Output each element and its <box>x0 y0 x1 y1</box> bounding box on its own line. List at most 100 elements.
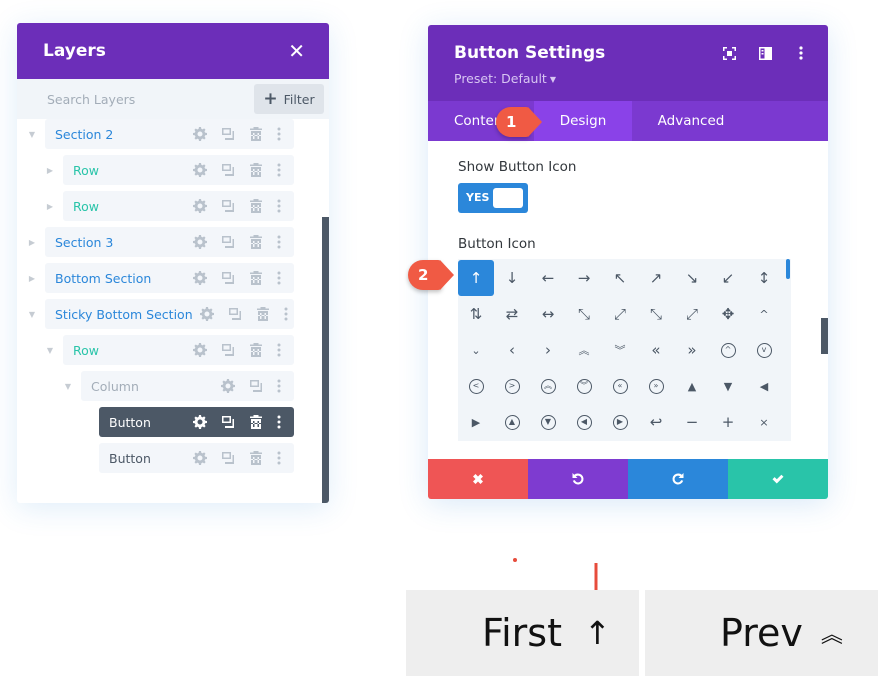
expand-diagonal-icon[interactable]: ⤢ <box>602 296 638 332</box>
settings-gear-icon[interactable] <box>186 263 214 293</box>
page-scrollbar[interactable] <box>821 318 828 354</box>
prev-button[interactable]: Prev ︽ <box>645 590 878 676</box>
chevron-left-icon[interactable]: ‹ <box>494 332 530 368</box>
layer-item-section[interactable]: ▶ Bottom Section <box>29 263 294 293</box>
trash-icon[interactable] <box>242 119 270 149</box>
cancel-button[interactable] <box>428 459 528 499</box>
arrow-up-down-icon[interactable]: ↕ <box>746 260 782 296</box>
undo-button[interactable] <box>528 459 628 499</box>
trash-icon[interactable] <box>249 299 277 329</box>
more-options-icon[interactable] <box>270 407 288 437</box>
icon-picker-scrollbar[interactable] <box>786 259 790 279</box>
more-options-icon[interactable] <box>277 299 295 329</box>
search-layers-input[interactable] <box>47 91 227 107</box>
caret-right-icon[interactable]: ▶ <box>45 201 55 211</box>
triangle-up-icon[interactable]: ▲ <box>674 368 710 404</box>
return-icon[interactable]: ↩ <box>638 404 674 440</box>
arrow-down-left-icon[interactable]: ↙ <box>710 260 746 296</box>
arrow-up-right-icon[interactable]: ↗ <box>638 260 674 296</box>
trash-icon[interactable] <box>242 407 270 437</box>
settings-gear-icon[interactable] <box>186 227 214 257</box>
focus-icon[interactable] <box>722 45 736 61</box>
layer-item-row[interactable]: ▶ Row <box>47 155 294 185</box>
arrows-horizontal-icon[interactable]: ⇄ <box>494 296 530 332</box>
triangle-right-icon[interactable]: ▶ <box>458 404 494 440</box>
chevron-up-icon[interactable]: ^ <box>746 296 782 332</box>
more-options-icon[interactable] <box>270 119 288 149</box>
caret-right-icon[interactable]: ▶ <box>27 273 37 283</box>
triangle-left-icon[interactable]: ◀ <box>746 368 782 404</box>
tab-design[interactable]: Design <box>534 101 632 141</box>
save-button[interactable] <box>728 459 828 499</box>
caret-down-icon[interactable]: ▼ <box>27 309 37 319</box>
caret-down-icon[interactable]: ▼ <box>27 129 37 139</box>
layer-item-row[interactable]: ▼ Row <box>47 335 294 365</box>
caret-down-icon[interactable]: ▼ <box>63 381 73 391</box>
plus-icon[interactable]: + <box>710 404 746 440</box>
arrow-up-left-icon[interactable]: ↖ <box>602 260 638 296</box>
arrow-down-icon[interactable]: ↓ <box>494 260 530 296</box>
trash-icon[interactable] <box>242 191 270 221</box>
settings-gear-icon[interactable] <box>186 443 214 473</box>
layer-item-section[interactable]: ▼ Sticky Bottom Section <box>29 299 295 329</box>
settings-gear-icon[interactable] <box>186 155 214 185</box>
circle-chevron-up-icon[interactable]: ^ <box>710 332 746 368</box>
circle-double-left-icon[interactable]: « <box>602 368 638 404</box>
settings-gear-icon[interactable] <box>186 119 214 149</box>
close-icon[interactable]: ✕ <box>288 41 305 61</box>
double-chevron-left-icon[interactable]: « <box>638 332 674 368</box>
double-chevron-up-icon[interactable]: ︽ <box>566 332 602 368</box>
circle-double-right-icon[interactable]: » <box>638 368 674 404</box>
layer-item-column[interactable]: ▼ Column <box>65 371 294 401</box>
circle-triangle-down-icon[interactable]: ▼ <box>530 404 566 440</box>
duplicate-icon[interactable] <box>242 371 270 401</box>
duplicate-icon[interactable] <box>214 443 242 473</box>
expand-icon[interactable]: ⤢ <box>674 296 710 332</box>
sidebar-toggle-icon[interactable] <box>758 45 772 61</box>
more-options-icon[interactable] <box>794 45 808 61</box>
more-options-icon[interactable] <box>270 155 288 185</box>
more-options-icon[interactable] <box>270 371 288 401</box>
close-x-icon[interactable]: × <box>746 404 782 440</box>
triangle-down-icon[interactable]: ▼ <box>710 368 746 404</box>
layer-item-module[interactable]: Button <box>99 407 294 437</box>
trash-icon[interactable] <box>242 443 270 473</box>
more-options-icon[interactable] <box>270 335 288 365</box>
caret-down-icon[interactable]: ▼ <box>45 345 55 355</box>
more-options-icon[interactable] <box>270 191 288 221</box>
redo-button[interactable] <box>628 459 728 499</box>
shrink-icon[interactable]: ⤡ <box>638 296 674 332</box>
layers-scrollbar[interactable] <box>322 217 329 503</box>
filter-button[interactable]: + Filter <box>254 84 324 114</box>
settings-gear-icon[interactable] <box>186 407 214 437</box>
trash-icon[interactable] <box>242 263 270 293</box>
duplicate-icon[interactable] <box>221 299 249 329</box>
chevron-down-icon[interactable]: ⌄ <box>458 332 494 368</box>
settings-gear-icon[interactable] <box>193 299 221 329</box>
layer-item-module[interactable]: Button <box>99 443 294 473</box>
settings-gear-icon[interactable] <box>186 191 214 221</box>
circle-triangle-right-icon[interactable]: ▶ <box>602 404 638 440</box>
show-button-icon-toggle[interactable]: YES <box>458 183 528 213</box>
arrow-left-icon[interactable]: ← <box>530 260 566 296</box>
settings-gear-icon[interactable] <box>214 371 242 401</box>
caret-right-icon[interactable]: ▶ <box>45 165 55 175</box>
circle-double-up-icon[interactable]: ︽ <box>530 368 566 404</box>
double-chevron-down-icon[interactable]: ︾ <box>602 332 638 368</box>
arrow-left-right-icon[interactable]: ↔ <box>530 296 566 332</box>
arrow-right-icon[interactable]: → <box>566 260 602 296</box>
first-button[interactable]: First ↑ <box>406 590 639 676</box>
tab-advanced[interactable]: Advanced <box>632 101 750 141</box>
layer-item-section[interactable]: ▶ Section 3 <box>29 227 294 257</box>
duplicate-icon[interactable] <box>214 155 242 185</box>
more-options-icon[interactable] <box>270 263 288 293</box>
more-options-icon[interactable] <box>270 443 288 473</box>
circle-double-down-icon[interactable]: ︾ <box>566 368 602 404</box>
duplicate-icon[interactable] <box>214 191 242 221</box>
more-options-icon[interactable] <box>270 227 288 257</box>
duplicate-icon[interactable] <box>214 263 242 293</box>
resize-diagonal-icon[interactable]: ⤡ <box>566 296 602 332</box>
duplicate-icon[interactable] <box>214 227 242 257</box>
trash-icon[interactable] <box>242 227 270 257</box>
circle-triangle-left-icon[interactable]: ◀ <box>566 404 602 440</box>
